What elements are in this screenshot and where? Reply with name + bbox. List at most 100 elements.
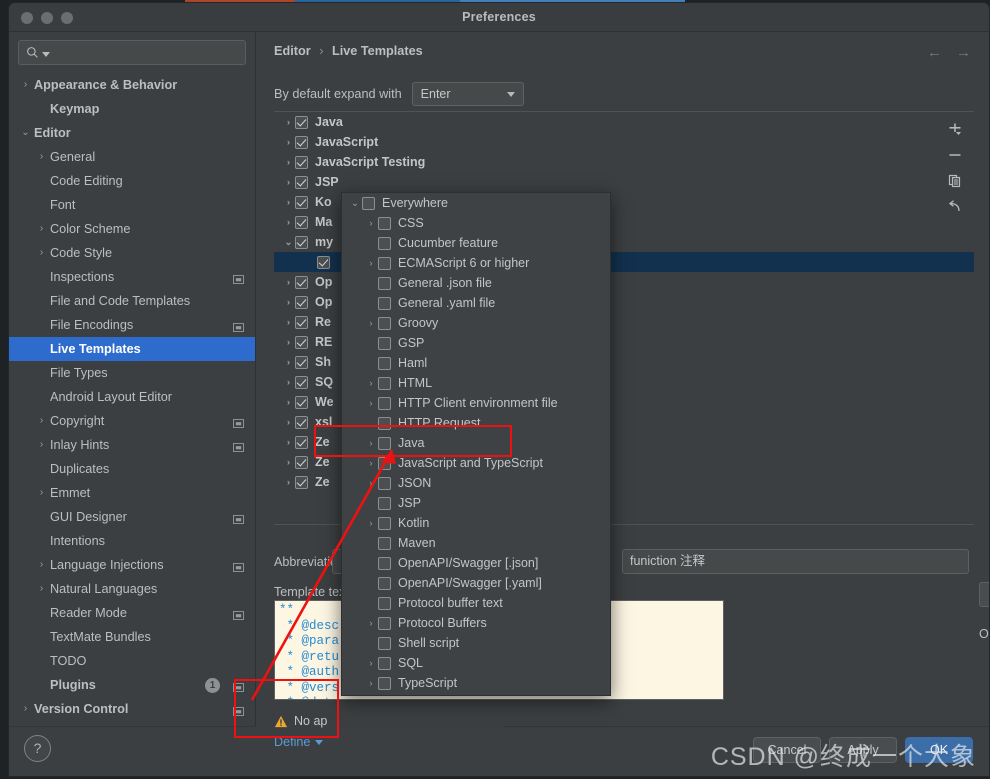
template-group-checkbox[interactable] bbox=[295, 475, 308, 489]
chevron-right-icon[interactable]: › bbox=[35, 416, 48, 426]
chevron-right-icon[interactable]: › bbox=[282, 317, 295, 328]
popup-item-checkbox[interactable] bbox=[378, 656, 391, 670]
chevron-right-icon[interactable]: › bbox=[364, 618, 378, 629]
popup-item-checkbox[interactable] bbox=[378, 476, 391, 490]
chevron-right-icon[interactable]: › bbox=[282, 357, 295, 368]
popup-item-json[interactable]: › JSON bbox=[342, 473, 610, 493]
chevron-right-icon[interactable]: › bbox=[364, 258, 378, 269]
popup-item-groovy[interactable]: › Groovy bbox=[342, 313, 610, 333]
popup-item-cucumber-feature[interactable]: Cucumber feature bbox=[342, 233, 610, 253]
sidebar-item-appearance-behavior[interactable]: › Appearance & Behavior bbox=[9, 73, 255, 97]
popup-item-checkbox[interactable] bbox=[378, 376, 391, 390]
template-group-checkbox[interactable] bbox=[295, 455, 308, 469]
remove-template-button[interactable] bbox=[941, 142, 969, 168]
sidebar-item-copyright[interactable]: › Copyright bbox=[9, 409, 255, 433]
popup-item-html[interactable]: › HTML bbox=[342, 373, 610, 393]
cancel-button[interactable]: Cancel bbox=[753, 737, 821, 763]
sidebar-item-gui-designer[interactable]: GUI Designer bbox=[9, 505, 255, 529]
description-input[interactable]: funiction 注释 bbox=[622, 549, 969, 574]
popup-item-haml[interactable]: Haml bbox=[342, 353, 610, 373]
sidebar-item-file-types[interactable]: File Types bbox=[9, 361, 255, 385]
chevron-right-icon[interactable]: › bbox=[19, 704, 32, 714]
search-input[interactable] bbox=[53, 45, 238, 60]
chevron-right-icon[interactable]: › bbox=[282, 397, 295, 408]
template-group-checkbox[interactable] bbox=[317, 255, 330, 269]
chevron-right-icon[interactable]: › bbox=[282, 137, 295, 148]
popup-item-openapi-swagger-json[interactable]: OpenAPI/Swagger [.json] bbox=[342, 553, 610, 573]
chevron-right-icon[interactable]: › bbox=[35, 248, 48, 258]
template-tree-row[interactable]: › JSP bbox=[274, 172, 974, 192]
help-button[interactable]: ? bbox=[24, 735, 51, 762]
sidebar-item-inspections[interactable]: Inspections bbox=[9, 265, 255, 289]
template-tree-row[interactable]: › JavaScript bbox=[274, 132, 974, 152]
revert-template-button[interactable] bbox=[941, 194, 969, 220]
popup-item-checkbox[interactable] bbox=[378, 216, 391, 230]
popup-item-checkbox[interactable] bbox=[378, 236, 391, 250]
apply-button[interactable]: Apply bbox=[829, 737, 897, 763]
template-group-checkbox[interactable] bbox=[295, 355, 308, 369]
chevron-right-icon[interactable]: › bbox=[282, 377, 295, 388]
chevron-right-icon[interactable]: › bbox=[282, 457, 295, 468]
sidebar-item-emmet[interactable]: › Emmet bbox=[9, 481, 255, 505]
popup-item-checkbox[interactable] bbox=[378, 316, 391, 330]
duplicate-template-button[interactable] bbox=[941, 168, 969, 194]
template-group-checkbox[interactable] bbox=[295, 235, 308, 249]
chevron-right-icon[interactable]: › bbox=[282, 277, 295, 288]
define-context-link[interactable]: Define bbox=[274, 735, 324, 749]
template-group-checkbox[interactable] bbox=[295, 415, 308, 429]
popup-item-checkbox[interactable] bbox=[378, 496, 391, 510]
chevron-right-icon[interactable]: › bbox=[282, 197, 295, 208]
chevron-right-icon[interactable]: › bbox=[35, 224, 48, 234]
sidebar-item-duplicates[interactable]: Duplicates bbox=[9, 457, 255, 481]
popup-item-checkbox[interactable] bbox=[378, 616, 391, 630]
popup-item-checkbox[interactable] bbox=[378, 516, 391, 530]
forward-arrow-icon[interactable]: → bbox=[956, 45, 971, 60]
popup-item-checkbox[interactable] bbox=[378, 676, 391, 690]
popup-item-kotlin[interactable]: › Kotlin bbox=[342, 513, 610, 533]
chevron-right-icon[interactable]: › bbox=[35, 488, 48, 498]
template-group-checkbox[interactable] bbox=[295, 135, 308, 149]
sidebar-item-reader-mode[interactable]: Reader Mode bbox=[9, 601, 255, 625]
template-tree-row[interactable]: › Java bbox=[274, 112, 974, 132]
template-tree-row[interactable]: › JavaScript Testing bbox=[274, 152, 974, 172]
popup-item-everywhere[interactable]: ⌄ Everywhere bbox=[342, 193, 610, 213]
chevron-right-icon[interactable]: › bbox=[35, 560, 48, 570]
template-group-checkbox[interactable] bbox=[295, 175, 308, 189]
chevron-right-icon[interactable]: › bbox=[364, 658, 378, 669]
popup-item-typescript[interactable]: › TypeScript bbox=[342, 673, 610, 693]
chevron-right-icon[interactable]: › bbox=[282, 217, 295, 228]
search-box[interactable] bbox=[18, 40, 246, 65]
chevron-right-icon[interactable]: › bbox=[35, 152, 48, 162]
popup-item-checkbox[interactable] bbox=[378, 396, 391, 410]
template-group-checkbox[interactable] bbox=[295, 295, 308, 309]
popup-item-maven[interactable]: Maven bbox=[342, 533, 610, 553]
template-group-checkbox[interactable] bbox=[295, 435, 308, 449]
chevron-right-icon[interactable]: › bbox=[282, 297, 295, 308]
add-template-button[interactable] bbox=[941, 116, 969, 142]
sidebar-item-todo[interactable]: TODO bbox=[9, 649, 255, 673]
chevron-right-icon[interactable]: › bbox=[364, 398, 378, 409]
popup-item-checkbox[interactable] bbox=[378, 596, 391, 610]
popup-item-javascript-and-typescript[interactable]: › JavaScript and TypeScript bbox=[342, 453, 610, 473]
chevron-right-icon[interactable]: › bbox=[364, 458, 378, 469]
sidebar-item-intentions[interactable]: Intentions bbox=[9, 529, 255, 553]
sidebar-item-general[interactable]: › General bbox=[9, 145, 255, 169]
sidebar-item-code-editing[interactable]: Code Editing bbox=[9, 169, 255, 193]
breadcrumb-parent[interactable]: Editor bbox=[274, 44, 311, 58]
popup-item-checkbox[interactable] bbox=[378, 276, 391, 290]
popup-item-jsp[interactable]: JSP bbox=[342, 493, 610, 513]
sidebar-item-editor[interactable]: ⌄ Editor bbox=[9, 121, 255, 145]
popup-item-ecmascript-6-or-higher[interactable]: › ECMAScript 6 or higher bbox=[342, 253, 610, 273]
chevron-right-icon[interactable]: › bbox=[282, 437, 295, 448]
template-group-checkbox[interactable] bbox=[295, 335, 308, 349]
popup-item-protocol-buffer-text[interactable]: Protocol buffer text bbox=[342, 593, 610, 613]
sidebar-item-live-templates[interactable]: Live Templates bbox=[9, 337, 255, 361]
popup-item-checkbox[interactable] bbox=[378, 416, 391, 430]
template-group-checkbox[interactable] bbox=[295, 315, 308, 329]
popup-item-checkbox[interactable] bbox=[378, 536, 391, 550]
popup-item-checkbox[interactable] bbox=[378, 556, 391, 570]
sidebar-item-file-encodings[interactable]: File Encodings bbox=[9, 313, 255, 337]
template-group-checkbox[interactable] bbox=[295, 215, 308, 229]
popup-item-java[interactable]: › Java bbox=[342, 433, 610, 453]
chevron-right-icon[interactable]: › bbox=[35, 440, 48, 450]
